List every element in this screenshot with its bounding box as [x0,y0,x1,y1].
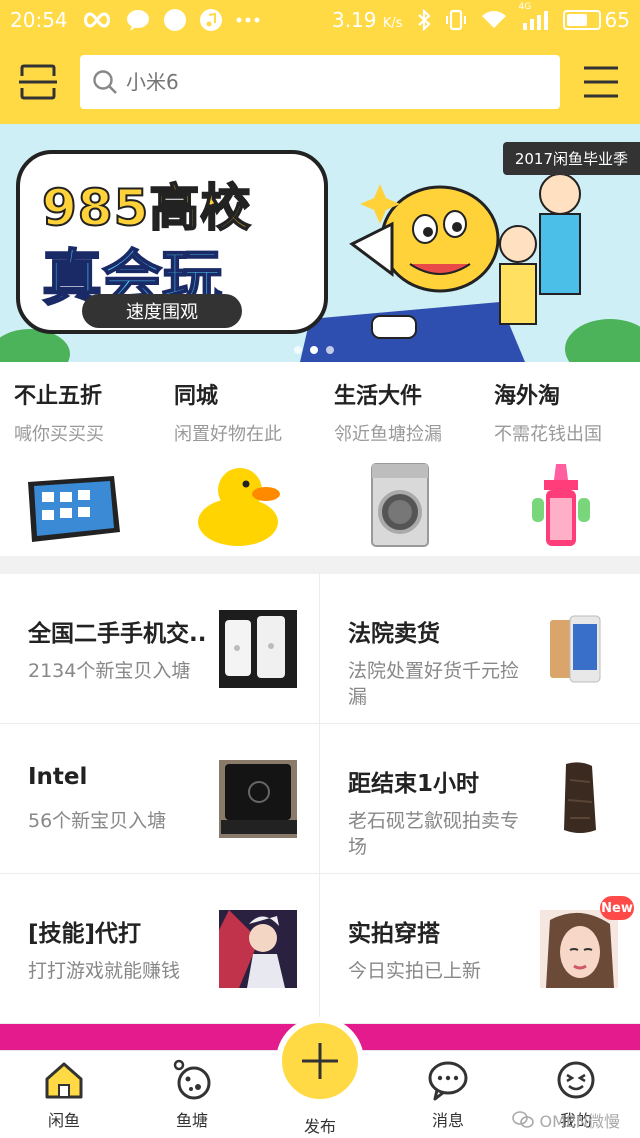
bottom-navigation: 闲鱼 鱼塘 发布 消息 我的 OMEN微慢 [0,1017,640,1138]
battery-icon [562,10,601,30]
banner-cta-button[interactable]: 速度围观 [82,294,242,328]
iphone-image [219,610,297,688]
scan-button[interactable] [18,62,58,102]
nav-label: 鱼塘 [175,1111,208,1130]
category-subtitle: 闲置好物在此 [174,424,282,445]
nav-label: 消息 [431,1111,464,1130]
chat-notification-icon [126,9,150,31]
grid-item-title: 法院卖货 [348,621,440,647]
wifi-icon [481,10,507,30]
category-overseas[interactable]: 海外淘 不需花钱出国 [480,362,640,556]
portrait-image [540,910,618,988]
ipad-image [28,476,120,542]
grid-item-subtitle: 老石砚艺歙砚拍卖专场 [348,810,520,858]
clock: 20:54 [10,8,68,32]
carousel-dot[interactable] [294,346,302,354]
battery-indicator: 65 [562,8,630,32]
menu-icon [584,66,618,98]
banner-speech-bubble: 985高校 真会玩 速度围观 [16,150,328,334]
publish-button[interactable] [276,1017,364,1105]
phone-image [540,610,618,688]
category-subtitle: 不需花钱出国 [494,424,602,445]
grid-item-title: 距结束1小时 [348,771,480,797]
message-icon [428,1061,468,1101]
search-input[interactable] [126,70,526,94]
watermark: OMEN微慢 [511,1108,620,1132]
plus-icon [302,1043,338,1079]
wechat-icon [511,1111,534,1128]
vibrate-icon [445,9,467,31]
category-discount[interactable]: 不止五折 喊你买买买 [0,362,160,556]
grid-item[interactable]: 实拍穿搭 今日实拍已上新 New [320,874,640,1024]
search-icon [93,70,117,94]
infinity-icon [82,11,112,29]
search-bar[interactable] [80,55,560,109]
category-subtitle: 邻近鱼塘捡漏 [334,424,442,445]
app-notification-icon [163,9,186,31]
category-title: 同城 [174,384,219,409]
category-large-items[interactable]: 生活大件 邻近鱼塘捡漏 [320,362,480,556]
network-speed: 3.19 K/s [331,8,403,32]
nav-label: 闲鱼 [47,1111,80,1130]
category-title: 不止五折 [14,384,103,409]
grid-item-subtitle: 56个新宝贝入塘 [28,810,167,832]
laptop-image [219,760,297,838]
nav-pond[interactable]: 鱼塘 [128,1051,256,1138]
category-title: 海外淘 [494,384,561,409]
music-notification-icon [199,9,222,31]
grid-item[interactable]: 距结束1小时 老石砚艺歙砚拍卖专场 [320,724,640,874]
status-bar: 20:54 3.19 K/s 4G 65 [0,0,640,40]
promo-banner[interactable]: 2017闲鱼毕业季 985高校 真会玩 速度围观 [0,124,640,362]
nav-messages[interactable]: 消息 [384,1051,512,1138]
grid-item-subtitle: 打打游戏就能赚钱 [28,960,181,982]
category-title: 生活大件 [334,384,423,409]
nav-publish[interactable]: 发布 [256,1017,384,1138]
sippy-cup-image [532,464,590,546]
section-divider [0,556,640,574]
pond-icon [173,1059,211,1100]
home-icon [45,1062,83,1099]
grid-item[interactable]: Intel 56个新宝贝入塘 [0,724,320,874]
grid-item[interactable]: 全国二手手机交.. 2134个新宝贝入塘 [0,574,320,724]
carousel-dot[interactable] [310,346,318,354]
scan-icon [19,64,57,100]
nav-label: 发布 [303,1117,336,1136]
grid-item-title: 全国二手手机交.. [28,621,207,647]
grid-item-title: Intel [28,764,88,790]
grid-item-subtitle: 2134个新宝贝入塘 [28,660,191,682]
game-character-image [219,910,297,988]
bluetooth-icon [417,9,431,31]
menu-button[interactable] [582,64,620,100]
profile-icon [557,1061,595,1099]
grid-item[interactable]: [技能]代打 打打游戏就能赚钱 [0,874,320,1024]
nav-home[interactable]: 闲鱼 [0,1051,128,1138]
grid-item[interactable]: 法院卖货 法院处置好货千元捡漏 [320,574,640,724]
grid-item-title: [技能]代打 [28,921,142,947]
new-badge: New [600,896,634,920]
rubber-duck-image [198,468,280,546]
signal-icon: 4G [519,2,549,30]
grid-item-subtitle: 法院处置好货千元捡漏 [348,660,520,708]
grid-item-title: 实拍穿搭 [348,921,440,947]
grid-item-subtitle: 今日实拍已上新 [348,960,482,982]
app-header [0,40,640,124]
inkstone-image [540,760,618,838]
banner-badge: 2017闲鱼毕业季 [502,142,640,175]
carousel-dot[interactable] [326,346,334,354]
carousel-indicator [294,346,334,354]
category-local[interactable]: 同城 闲置好物在此 [160,362,320,556]
category-row: 不止五折 喊你买买买 同城 闲置好物在此 生活大件 邻近鱼塘捡漏 海外淘 不需花 [0,362,640,556]
category-subtitle: 喊你买买买 [14,424,104,445]
more-notifications-icon [236,17,260,23]
topic-grid: 全国二手手机交.. 2134个新宝贝入塘 法院卖货 法院处置好货千元捡漏 Int… [0,574,640,1024]
washing-machine-image [371,463,429,547]
